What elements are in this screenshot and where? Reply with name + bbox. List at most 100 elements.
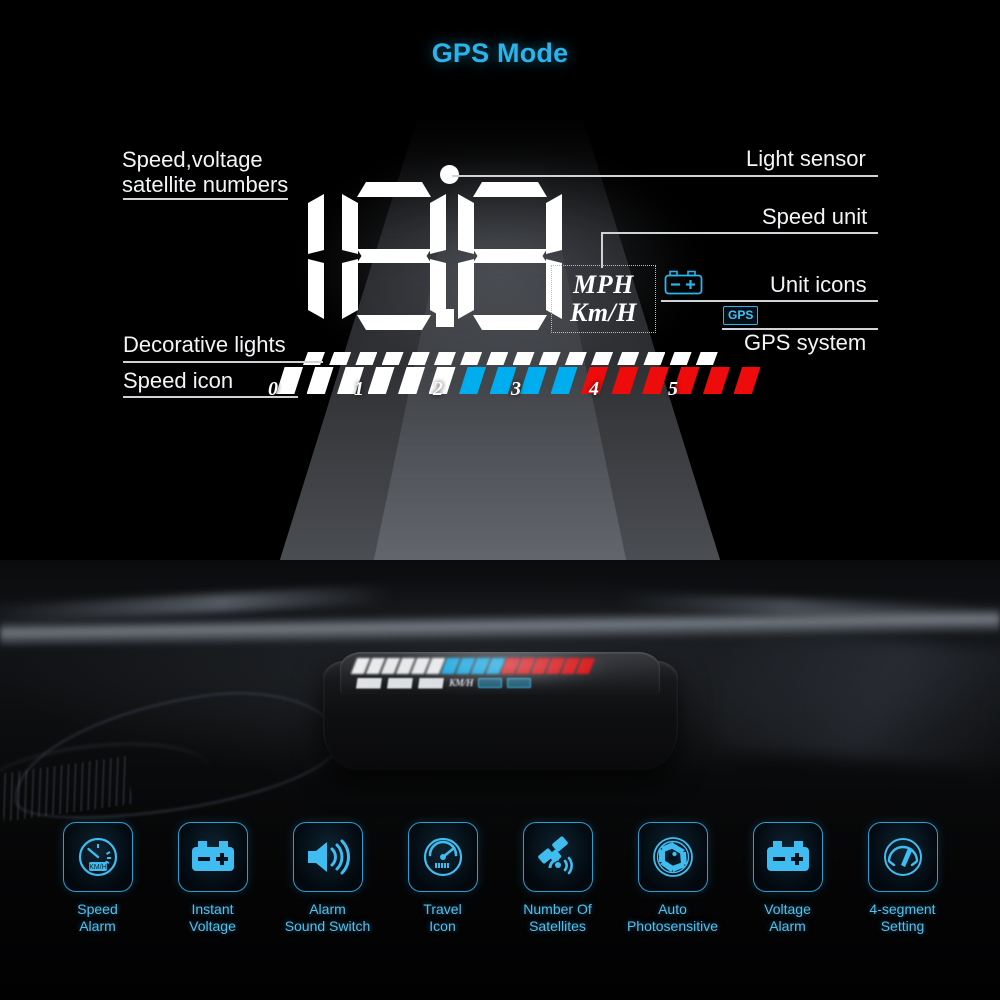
gauge-needle-icon[interactable] — [867, 822, 938, 892]
feature-label: Speed Alarm — [40, 901, 155, 935]
speed-bar-segment — [276, 367, 303, 394]
battery-icon — [664, 270, 704, 301]
leader-line-speed-icon — [123, 396, 298, 398]
speed-bar-segment — [459, 367, 486, 394]
page-title: GPS Mode — [431, 38, 569, 68]
speed-bar-segment — [306, 367, 334, 394]
speed-bar-tick — [617, 352, 640, 365]
feature-label-line-1: Auto — [658, 901, 687, 917]
feature-label-line-1: 4-segment — [869, 901, 936, 917]
battery-icon[interactable] — [177, 822, 248, 892]
speed-bar-segment — [367, 367, 395, 394]
annotation-line-1: Unit icons — [770, 272, 867, 297]
speed-bar-tick — [591, 352, 614, 365]
speed-bar-tick — [460, 352, 483, 365]
speed-bar-tick — [512, 352, 535, 365]
speed-bar-tick — [407, 352, 430, 365]
speed-bar-tick — [486, 352, 509, 365]
speed-bar-tick — [303, 352, 325, 365]
speed-bar-tick — [538, 352, 561, 365]
feature-label-line-2: Alarm — [769, 918, 806, 935]
feature-label-line-1: Travel — [423, 901, 462, 917]
battery-alarm-icon[interactable] — [752, 822, 823, 892]
feature-label-line-2: Sound Switch — [284, 918, 371, 935]
scale-number-5: 5 — [668, 378, 678, 400]
aperture-icon[interactable] — [637, 822, 708, 892]
scale-number-2: 2 — [433, 378, 443, 400]
seven-segment-digit-3 — [456, 180, 564, 332]
speed-bar-ticks — [303, 352, 718, 365]
annotation-line-2: satellite numbers — [122, 171, 289, 197]
scale-number-0: 0 — [268, 378, 278, 400]
annotation-gps-system: GPS system — [744, 330, 866, 356]
speed-bar-tick — [355, 352, 378, 365]
hud-device-screen: KM/H — [340, 652, 660, 694]
annotation-light-sensor: Light sensor — [746, 146, 866, 172]
speed-unit-box: MPH Km/H — [551, 265, 656, 333]
speedometer-icon[interactable]: KM/H — [62, 822, 133, 892]
annotation-speed-icon: Speed icon — [123, 368, 233, 394]
annotation-line-1: Decorative lights — [123, 332, 286, 357]
feature-label: Voltage Alarm — [730, 901, 845, 935]
speed-bar-segment — [733, 367, 761, 394]
feature-item-travel-gauge[interactable]: Travel Icon — [385, 822, 500, 962]
annotation-line-1: Speed,voltage — [122, 147, 263, 172]
speed-bar-tick — [695, 352, 718, 365]
feature-label-line-1: Voltage — [764, 901, 811, 917]
feature-item-battery[interactable]: Instant Voltage — [155, 822, 270, 962]
annotation-line-1: Light sensor — [746, 146, 866, 171]
feature-label-line-2: Photosensitive — [626, 918, 719, 935]
leader-line-speed-unit — [601, 232, 878, 234]
feature-label: Number Of Satellites — [500, 901, 615, 935]
speed-bar-tick — [329, 352, 352, 365]
feature-label-line-1: Alarm — [309, 901, 346, 917]
feature-item-gauge-needle[interactable]: 4-segment Setting — [845, 822, 960, 962]
unit-mph-label: MPH — [573, 269, 634, 299]
feature-label-line-1: Speed — [77, 901, 118, 917]
travel-gauge-icon[interactable] — [407, 822, 478, 892]
seven-segment-display — [288, 180, 553, 332]
svg-text:KM/H: KM/H — [89, 864, 107, 871]
speed-bar-segment — [703, 367, 730, 394]
speed-bar-segment — [550, 367, 578, 394]
feature-label: Alarm Sound Switch — [270, 901, 385, 935]
speed-bar: 0 1 2 3 4 5 — [268, 352, 761, 400]
feature-label-line-1: Number Of — [523, 901, 592, 917]
feature-item-satellite[interactable]: Number Of Satellites — [500, 822, 615, 962]
satellite-icon[interactable] — [522, 822, 593, 892]
screenshot-root: KM/H GPS Mode MPH Km/H — [0, 0, 1000, 1000]
speed-bar-tick — [564, 352, 587, 365]
leader-line-gps-system — [722, 328, 878, 330]
scale-number-4: 4 — [589, 378, 599, 400]
leader-line-unit-icons — [661, 300, 878, 302]
feature-item-speedometer[interactable]: KM/H Speed Alarm — [40, 822, 155, 962]
dashboard-sheen-right — [716, 628, 1000, 772]
feature-label-line-2: Voltage — [189, 918, 236, 935]
speed-bar-segment — [611, 367, 639, 394]
annotation-line-1: Speed icon — [123, 368, 234, 393]
feature-icon-row: KM/H Speed Alarm Instant Voltage Alarm Soun… — [0, 822, 1000, 962]
feature-item-aperture[interactable]: Auto Photosensitive — [615, 822, 730, 962]
speed-bar-segment — [642, 367, 669, 394]
speed-bar-tick — [643, 352, 666, 365]
feature-label: Instant Voltage — [155, 901, 270, 935]
speaker-icon[interactable] — [292, 822, 363, 892]
leader-line-speed-voltage — [123, 198, 288, 200]
feature-label-line-2: Setting — [880, 918, 925, 935]
hud-screen-reflection — [340, 652, 660, 694]
annotation-line-1: GPS system — [744, 330, 867, 355]
feature-label: Travel Icon — [385, 901, 500, 935]
decimal-point — [436, 309, 454, 327]
feature-item-battery-alarm[interactable]: Voltage Alarm — [730, 822, 845, 962]
speed-bar-tick — [433, 352, 456, 365]
feature-item-speaker[interactable]: Alarm Sound Switch — [270, 822, 385, 962]
feature-label: Auto Photosensitive — [615, 901, 730, 935]
speed-bar-tick — [381, 352, 404, 365]
feature-label-line-2: Icon — [429, 918, 456, 935]
leader-line-decorative-lights — [123, 361, 323, 363]
scale-number-3: 3 — [511, 378, 521, 400]
annotation-decorative-lights: Decorative lights — [123, 332, 286, 358]
feature-label: 4-segment Setting — [845, 901, 960, 935]
leader-line-speed-unit-drop — [601, 232, 603, 268]
seven-segment-digit-2 — [340, 180, 448, 332]
